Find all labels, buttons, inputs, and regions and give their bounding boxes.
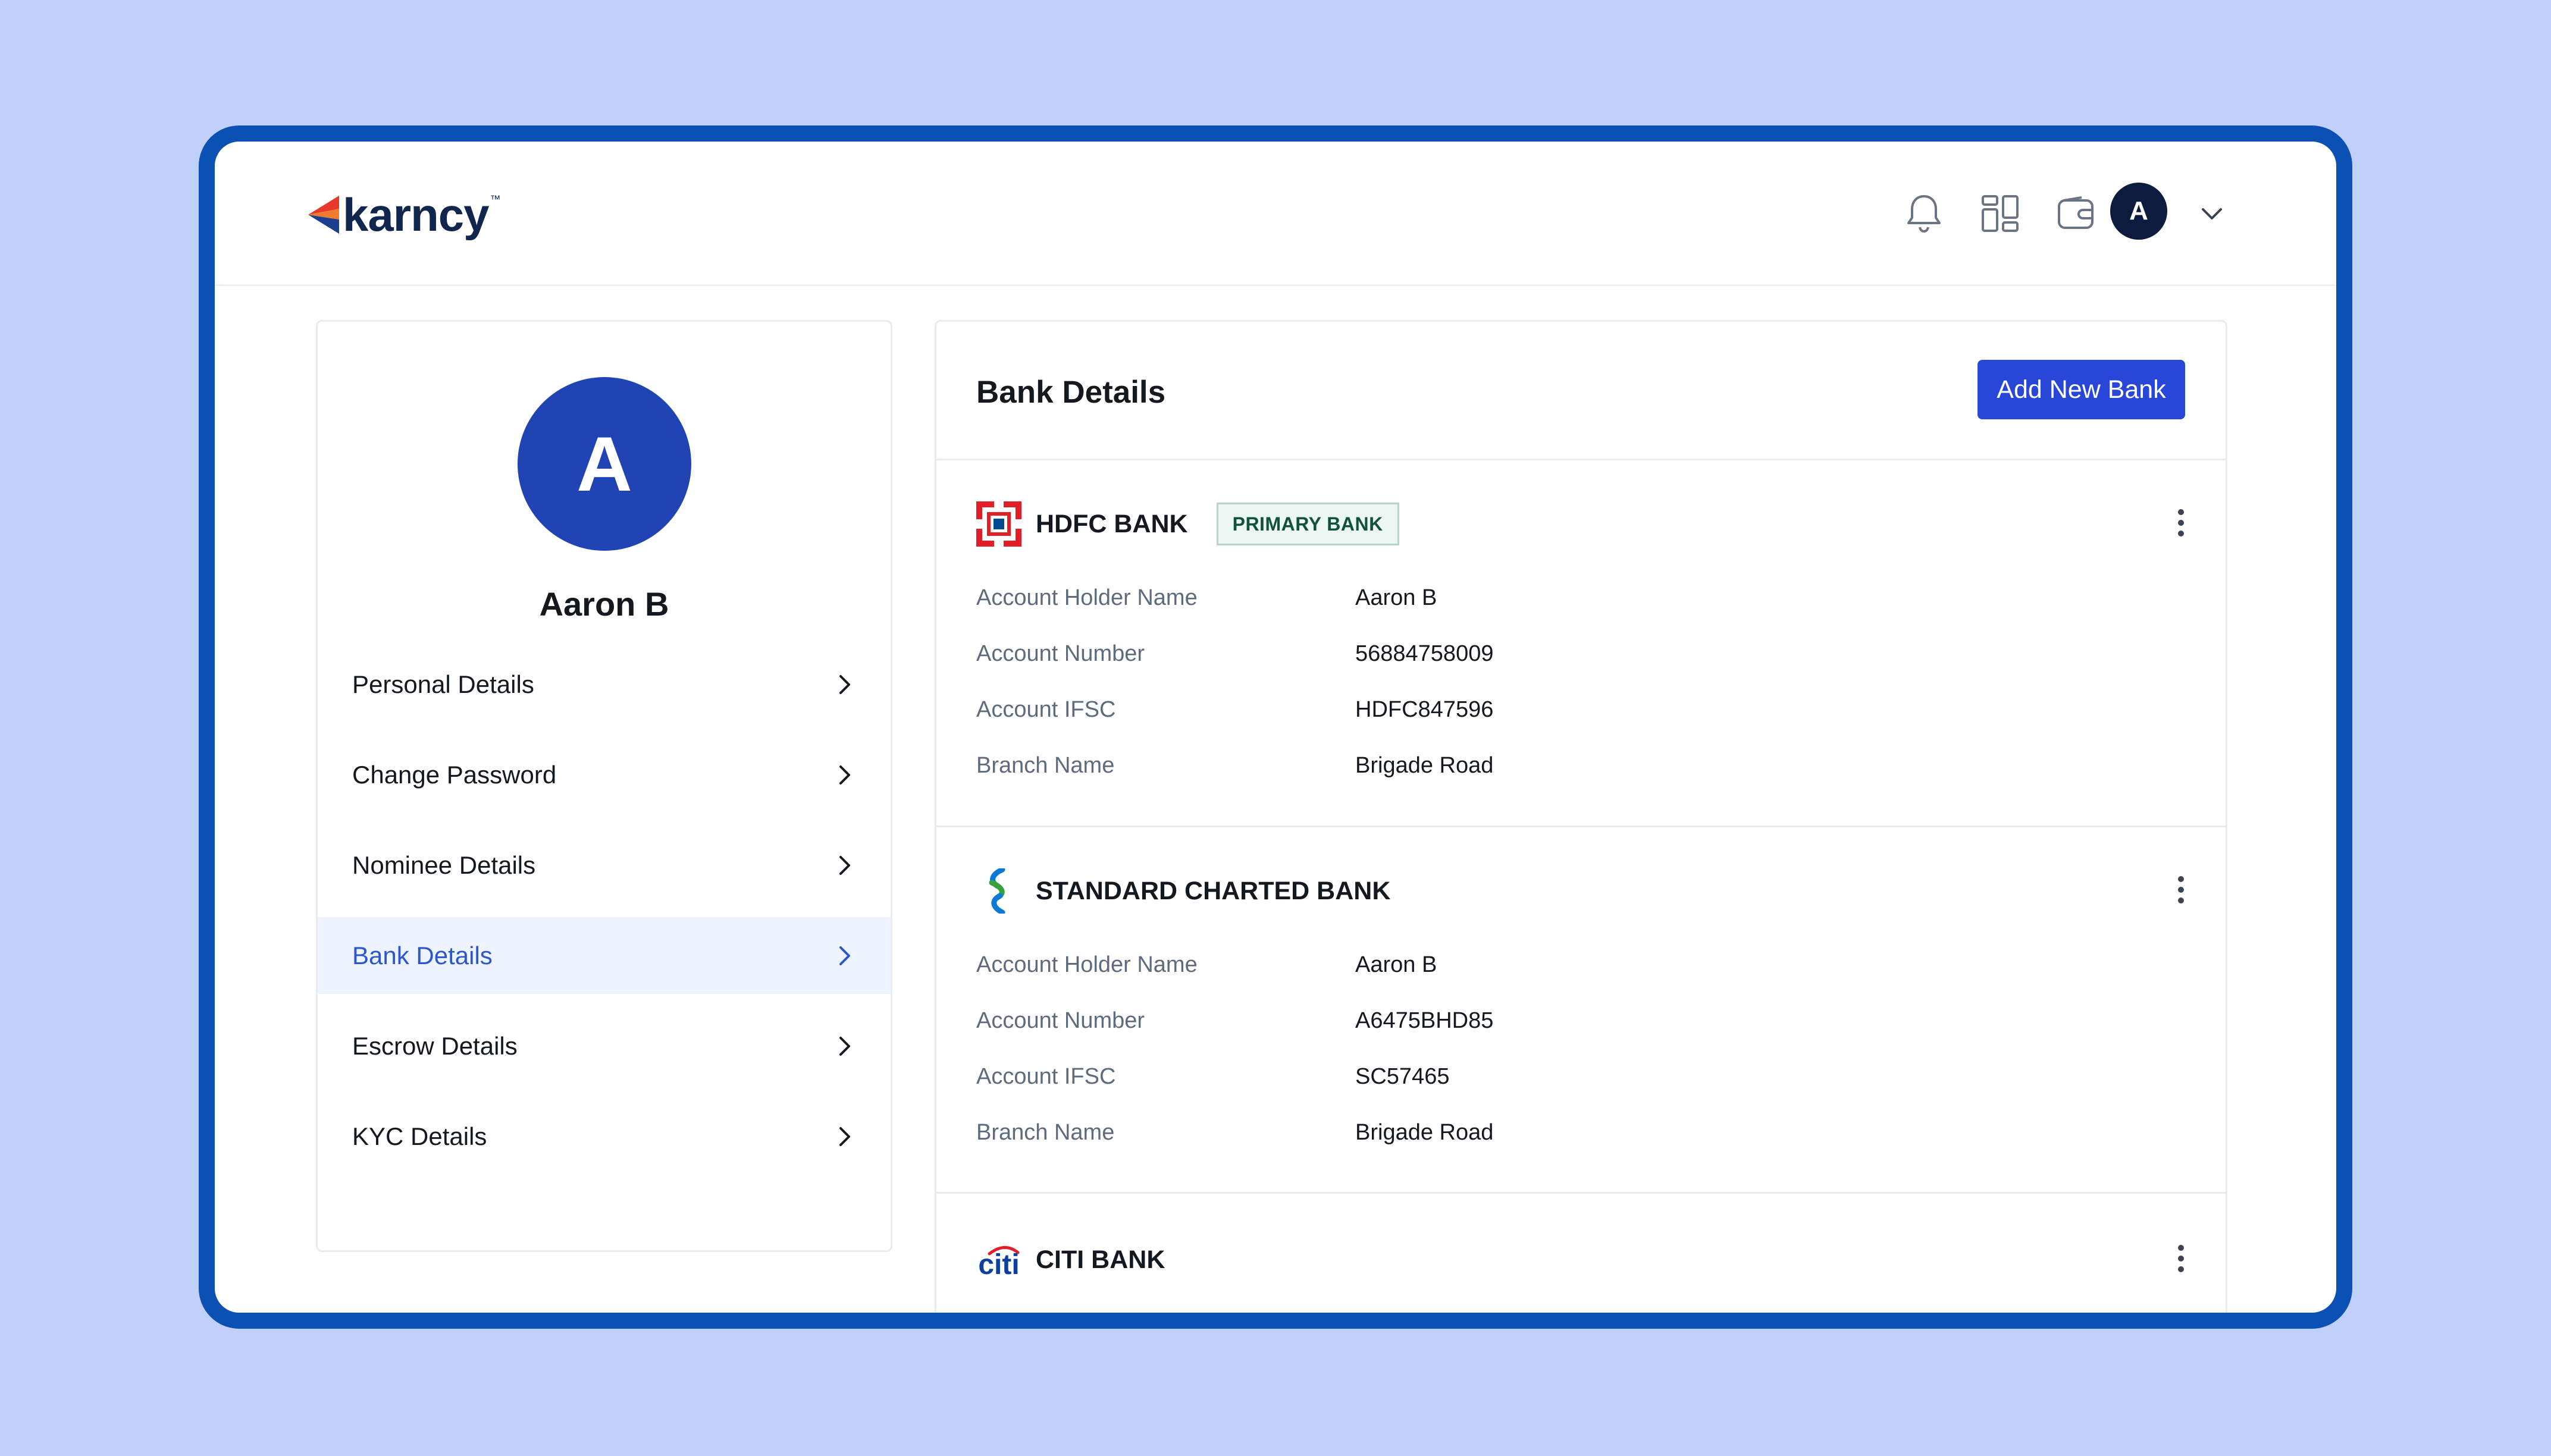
menu-item-escrow-details[interactable]: Escrow Details bbox=[318, 1008, 891, 1084]
menu-item-label: Personal Details bbox=[352, 670, 534, 698]
field-account-holder-name: Account Holder Name Aaron B bbox=[976, 952, 1437, 977]
menu-item-kyc-details[interactable]: KYC Details bbox=[318, 1098, 891, 1175]
field-branch-name: Branch Name Brigade Road bbox=[976, 1119, 1494, 1145]
menu-item-label: Bank Details bbox=[352, 941, 493, 969]
bank-header: STANDARD CHARTED BANK bbox=[976, 867, 1390, 915]
citi-logo-text: citi bbox=[978, 1248, 1020, 1281]
karncy-logo-mark-icon bbox=[308, 196, 339, 234]
menu-item-label: Escrow Details bbox=[352, 1031, 518, 1060]
menu-item-label: Nominee Details bbox=[352, 851, 536, 879]
bank-name: CITI BANK bbox=[1036, 1245, 1165, 1274]
chevron-right-icon bbox=[839, 765, 850, 785]
divider bbox=[936, 459, 2226, 460]
bank-header: citi CITI BANK bbox=[976, 1236, 1165, 1284]
profile-name: Aaron B bbox=[539, 585, 669, 623]
chevron-down-icon[interactable] bbox=[2197, 199, 2227, 228]
chevron-right-icon bbox=[839, 674, 850, 694]
profile-menu: Personal Details Change Password Nominee… bbox=[318, 646, 891, 1188]
bank-name: STANDARD CHARTED BANK bbox=[1036, 876, 1391, 905]
profile-card: A Aaron B Personal Details Change Passwo… bbox=[316, 320, 892, 1252]
menu-item-change-password[interactable]: Change Password bbox=[318, 736, 891, 813]
hdfc-logo-icon bbox=[976, 501, 1021, 547]
field-branch-name: Branch Name Brigade Road bbox=[976, 752, 1494, 778]
standard-chartered-logo-icon bbox=[989, 868, 1005, 914]
field-account-ifsc: Account IFSC SC57465 bbox=[976, 1063, 1450, 1089]
bank-name: HDFC BANK bbox=[1036, 509, 1188, 538]
bell-icon[interactable] bbox=[1897, 187, 1951, 240]
profile-avatar: A bbox=[518, 377, 691, 551]
chevron-right-icon bbox=[839, 1036, 850, 1056]
app-window: karncy ™ A A Aaron B Personal Details Ch… bbox=[199, 125, 2352, 1329]
brand-name: karncy bbox=[343, 189, 490, 241]
field-account-number: Account Number A6475BHD85 bbox=[976, 1008, 1494, 1033]
primary-bank-badge: PRIMARY BANK bbox=[1216, 503, 1399, 545]
field-account-ifsc: Account IFSC HDFC847596 bbox=[976, 696, 1494, 722]
chevron-right-icon bbox=[839, 855, 850, 875]
grid-icon[interactable] bbox=[1973, 187, 2027, 240]
more-options-icon[interactable] bbox=[2177, 509, 2185, 537]
citi-logo-icon: citi bbox=[976, 1237, 1021, 1282]
karncy-logo[interactable]: karncy ™ bbox=[308, 185, 501, 244]
menu-item-personal-details[interactable]: Personal Details bbox=[318, 646, 891, 723]
more-options-icon[interactable] bbox=[2177, 1244, 2185, 1273]
bank-details-card: Bank Details Add New Bank HDFC BANK PRIM bbox=[935, 320, 2227, 1313]
add-new-bank-button[interactable]: Add New Bank bbox=[1978, 360, 2185, 419]
top-header: karncy ™ A bbox=[215, 142, 2336, 286]
page-title: Bank Details bbox=[976, 375, 1166, 410]
more-options-icon[interactable] bbox=[2177, 876, 2185, 904]
divider bbox=[936, 1192, 2226, 1194]
user-avatar[interactable]: A bbox=[2110, 183, 2167, 240]
chevron-right-icon bbox=[839, 1126, 850, 1146]
field-account-holder-name: Account Holder Name Aaron B bbox=[976, 585, 1437, 610]
bank-header: HDFC BANK PRIMARY BANK bbox=[976, 500, 1399, 548]
wallet-icon[interactable] bbox=[2049, 187, 2103, 240]
menu-item-bank-details[interactable]: Bank Details bbox=[318, 917, 891, 994]
field-account-number: Account Number 56884758009 bbox=[976, 641, 1494, 666]
menu-item-label: Change Password bbox=[352, 760, 557, 789]
divider bbox=[936, 826, 2226, 827]
chevron-right-icon bbox=[839, 946, 850, 965]
menu-item-nominee-details[interactable]: Nominee Details bbox=[318, 827, 891, 903]
menu-item-label: KYC Details bbox=[352, 1122, 487, 1150]
brand-trademark: ™ bbox=[490, 193, 501, 205]
